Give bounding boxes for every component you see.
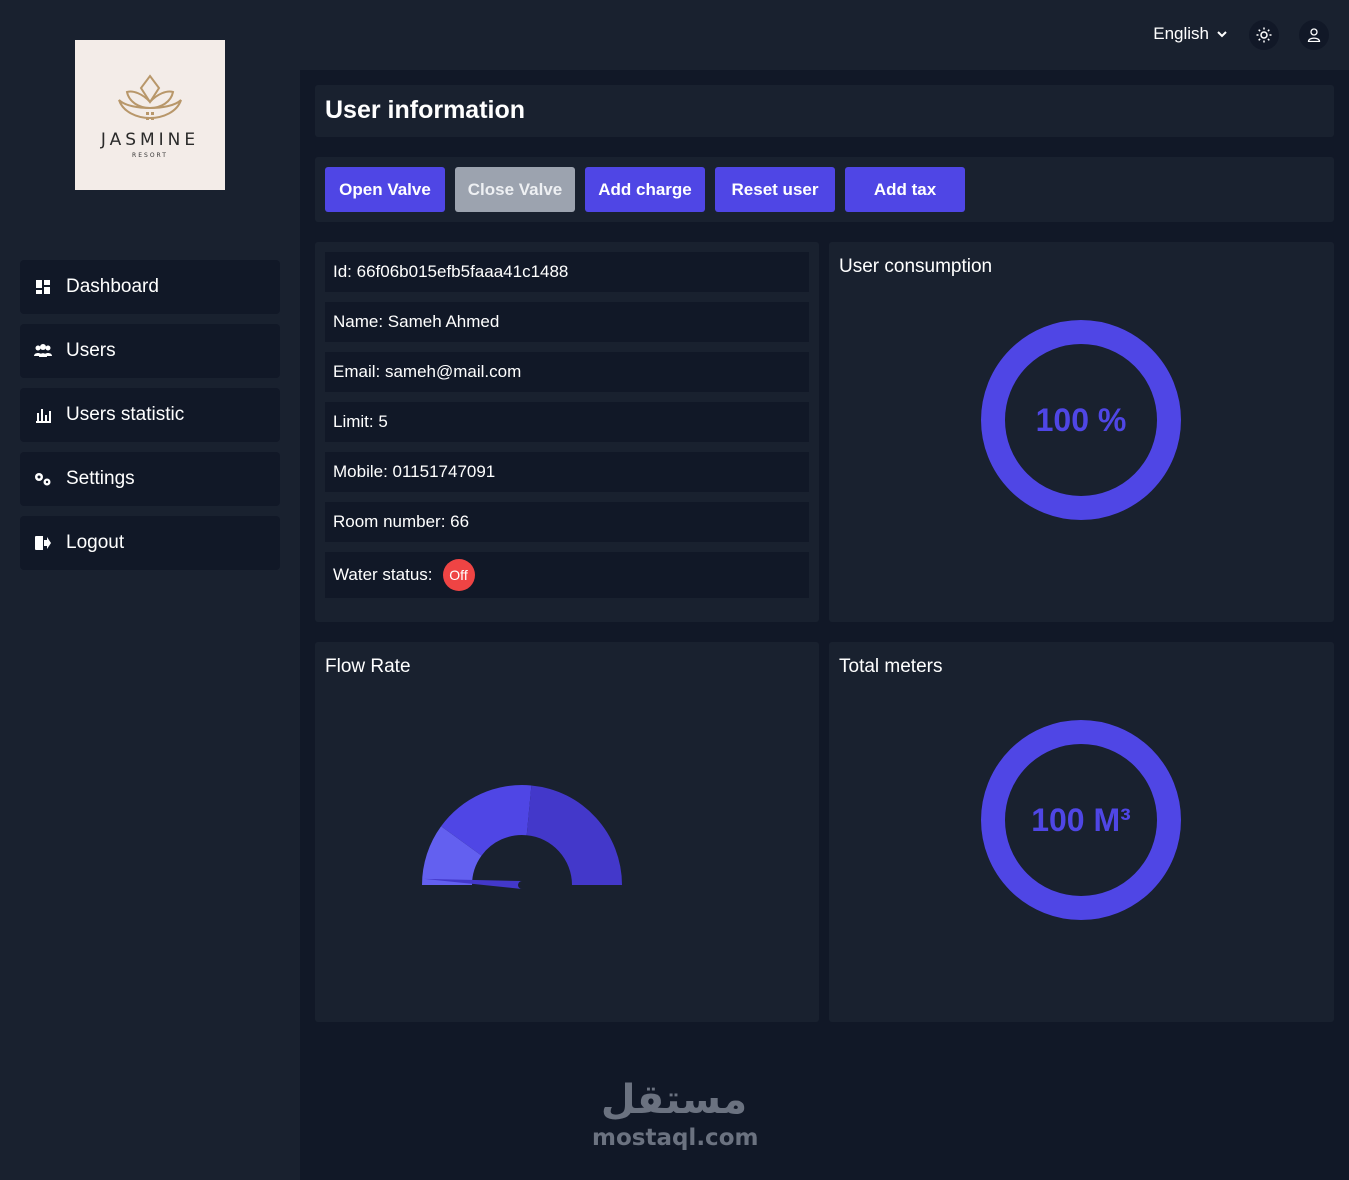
user-email: Email: sameh@mail.com: [325, 352, 809, 392]
consumption-ring: 100 %: [981, 320, 1181, 520]
consumption-value: 100 %: [1036, 402, 1127, 438]
profile-button[interactable]: [1299, 20, 1329, 50]
mostaql-watermark: مستقل mostaql.com: [592, 1075, 759, 1151]
sidebar-item-label: Dashboard: [66, 276, 159, 297]
action-bar: Open Valve Close Valve Add charge Reset …: [315, 157, 1334, 222]
sidebar-item-label: Users: [66, 340, 116, 361]
add-tax-button[interactable]: Add tax: [845, 167, 965, 212]
users-icon: [34, 342, 52, 360]
logo-tagline: RESORT: [132, 151, 168, 159]
user-details-panel: Id: 66f06b015efb5faaa41c1488 Name: Sameh…: [315, 242, 819, 622]
lotus-logo-icon: [118, 73, 182, 120]
sidebar-item-label: Users statistic: [66, 404, 185, 425]
close-valve-button[interactable]: Close Valve: [455, 167, 575, 212]
bar-chart-icon: [34, 406, 52, 424]
page-title: User information: [325, 96, 526, 124]
chevron-down-icon: [1217, 30, 1227, 37]
open-valve-button[interactable]: Open Valve: [325, 167, 445, 212]
sidebar-item-users[interactable]: Users: [20, 324, 280, 378]
jasmine-logo[interactable]: JASMINE RESORT: [75, 40, 225, 190]
total-meters-title: Total meters: [839, 656, 943, 677]
sidebar: JASMINE RESORT Dashboard Users Users sta…: [0, 0, 300, 1180]
total-meters-ring: 100 M³: [981, 720, 1181, 920]
watermark-arabic: مستقل: [600, 1077, 748, 1123]
top-bar: English: [300, 0, 1349, 70]
sidebar-item-settings[interactable]: Settings: [20, 452, 280, 506]
sidebar-item-dashboard[interactable]: Dashboard: [20, 260, 280, 314]
total-meters-panel: Total meters 100 M³: [829, 642, 1334, 1022]
user-mobile: Mobile: 01151747091: [325, 452, 809, 492]
add-charge-button[interactable]: Add charge: [585, 167, 705, 212]
gears-icon: [34, 470, 52, 488]
language-select[interactable]: English: [1153, 24, 1227, 44]
user-room: Room number: 66: [325, 502, 809, 542]
sidebar-item-label: Logout: [66, 532, 125, 553]
reset-user-button[interactable]: Reset user: [715, 167, 835, 212]
logout-icon: [34, 534, 52, 552]
sidebar-nav: Dashboard Users Users statistic Settings…: [20, 260, 280, 580]
water-status-label: Water status:: [333, 565, 433, 584]
water-status-row: Water status: Off: [325, 552, 809, 598]
page-header: User information: [315, 85, 1334, 137]
total-meters-value: 100 M³: [1031, 802, 1131, 838]
flow-rate-panel: Flow Rate: [315, 642, 819, 1022]
watermark-latin: mostaql.com: [592, 1125, 759, 1151]
logo-name: JASMINE: [100, 129, 200, 150]
user-name: Name: Sameh Ahmed: [325, 302, 809, 342]
dashboard-icon: [34, 278, 52, 296]
user-limit: Limit: 5: [325, 402, 809, 442]
gauge-segment: [526, 785, 622, 885]
sidebar-item-users-statistic[interactable]: Users statistic: [20, 388, 280, 442]
language-label: English: [1153, 24, 1209, 43]
user-consumption-panel: User consumption 100 %: [829, 242, 1334, 622]
user-icon: [1307, 28, 1321, 42]
flow-rate-gauge: [422, 785, 622, 889]
sun-icon: [1256, 27, 1272, 43]
status-badge: Off: [442, 559, 475, 591]
user-id: Id: 66f06b015efb5faaa41c1488: [325, 252, 809, 292]
sidebar-item-logout[interactable]: Logout: [20, 516, 280, 570]
sidebar-item-label: Settings: [66, 468, 135, 489]
consumption-title: User consumption: [839, 256, 993, 277]
theme-toggle-button[interactable]: [1249, 20, 1279, 50]
